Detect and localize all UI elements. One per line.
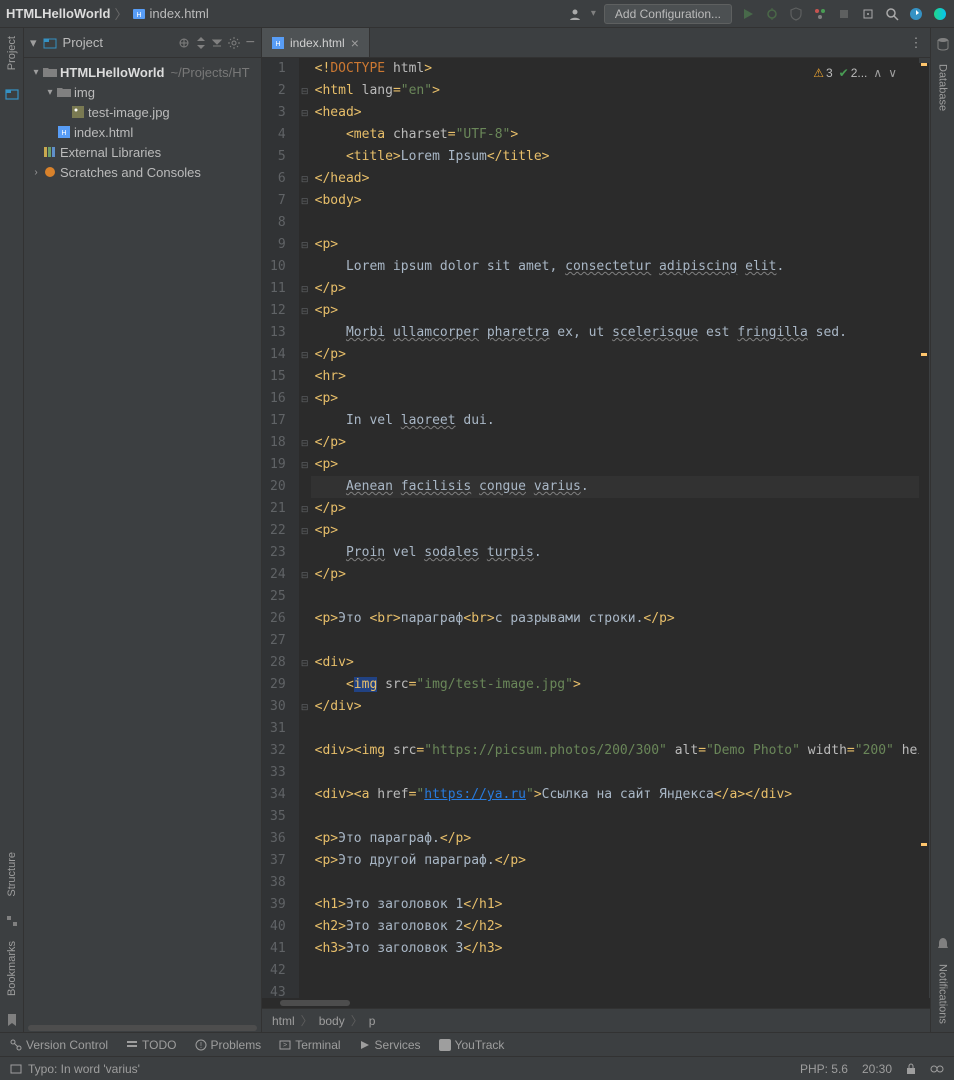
inspections-widget[interactable]: ⚠3 ✔2... ∧ ∨ xyxy=(809,64,901,82)
tree-folder-img[interactable]: ▾ img xyxy=(24,82,261,102)
svg-text:H: H xyxy=(136,12,141,19)
status-message: Typo: In word 'varius' xyxy=(28,1062,140,1076)
editor-tabs: H index.html × ⋮ xyxy=(262,28,930,58)
tree-external-libs[interactable]: External Libraries xyxy=(24,142,261,162)
check-icon: ✔ xyxy=(839,66,849,80)
svg-text:H: H xyxy=(61,130,66,137)
breadcrumb[interactable]: HTMLHelloWorld 〉 H index.html xyxy=(6,4,567,23)
project-view-icon xyxy=(43,36,57,50)
bookmarks-tool-button[interactable]: Bookmarks xyxy=(6,933,18,1004)
database-tool-button[interactable]: Database xyxy=(937,56,949,119)
problems-button[interactable]: ! Problems xyxy=(195,1038,262,1052)
select-file-icon[interactable] xyxy=(178,37,190,49)
editor-breadcrumbs[interactable]: html〉body〉p xyxy=(262,1008,930,1032)
crumb-p[interactable]: p xyxy=(369,1014,376,1028)
project-tool-button[interactable]: Project xyxy=(6,28,18,78)
notifications-tool-button[interactable]: Notifications xyxy=(937,956,949,1032)
structure-tool-icon[interactable] xyxy=(0,909,24,933)
quick-list-icon[interactable] xyxy=(10,1063,22,1075)
project-panel: ▾ Project − ▾ HTMLHelloWorld ~/Projects/… xyxy=(24,28,262,1032)
html-file-icon: H xyxy=(132,7,146,21)
stop-icon[interactable] xyxy=(836,6,852,22)
code-content[interactable]: <!DOCTYPE html><html lang="en"><head> <m… xyxy=(311,58,919,998)
tree-root[interactable]: ▾ HTMLHelloWorld ~/Projects/HT xyxy=(24,62,261,82)
user-icon[interactable] xyxy=(567,6,583,22)
next-highlight-icon[interactable]: ∨ xyxy=(888,66,897,80)
library-icon xyxy=(42,146,58,158)
collapse-all-icon[interactable] xyxy=(212,37,222,49)
attach-icon[interactable] xyxy=(860,6,876,22)
editor-horizontal-scrollbar[interactable] xyxy=(262,998,930,1008)
tree-file-index[interactable]: H index.html xyxy=(24,122,261,142)
project-tool-icon[interactable] xyxy=(0,82,24,106)
fold-column[interactable]: ⊟⊟⊟⊟⊟⊟⊟⊟⊟⊟⊟⊟⊟⊟⊟⊟ xyxy=(299,58,311,998)
tree-file-image[interactable]: test-image.jpg xyxy=(24,102,261,122)
html-file-icon: H xyxy=(272,37,284,49)
tree-scratches[interactable]: › Scratches and Consoles xyxy=(24,162,261,182)
left-tool-strip: Project Structure Bookmarks xyxy=(0,28,24,1032)
clock: 20:30 xyxy=(862,1062,892,1076)
crumb-html[interactable]: html xyxy=(272,1014,295,1028)
php-version[interactable]: PHP: 5.6 xyxy=(800,1062,848,1076)
structure-tool-button[interactable]: Structure xyxy=(6,844,18,905)
error-stripe[interactable] xyxy=(919,63,929,998)
expand-all-icon[interactable] xyxy=(196,37,206,49)
ide-logo-icon[interactable] xyxy=(932,6,948,22)
warning-icon: ⚠ xyxy=(813,66,824,80)
crumb-body[interactable]: body xyxy=(319,1014,345,1028)
editor-area: H index.html × ⋮ 12345678910111213141516… xyxy=(262,28,930,1032)
image-file-icon xyxy=(70,106,86,118)
project-view-arrow-icon[interactable]: ▾ xyxy=(30,35,37,51)
bookmarks-tool-icon[interactable] xyxy=(0,1008,24,1032)
project-panel-title: Project xyxy=(63,35,172,50)
search-icon[interactable] xyxy=(884,6,900,22)
coverage-icon[interactable] xyxy=(788,6,804,22)
project-tree[interactable]: ▾ HTMLHelloWorld ~/Projects/HT ▾ img tes… xyxy=(24,58,261,186)
profiler-icon[interactable] xyxy=(812,6,828,22)
line-gutter[interactable]: 1234567891011121314151617181920212223242… xyxy=(262,58,299,998)
status-bar: Typo: In word 'varius' PHP: 5.6 20:30 xyxy=(0,1056,954,1080)
bottom-tool-bar: Version Control TODO ! Problems > Termin… xyxy=(0,1032,954,1056)
prev-highlight-icon[interactable]: ∧ xyxy=(873,66,882,80)
tab-index-html[interactable]: H index.html × xyxy=(262,28,370,57)
version-control-button[interactable]: Version Control xyxy=(10,1038,108,1052)
processes-icon[interactable] xyxy=(930,1063,944,1075)
svg-text:H: H xyxy=(275,41,280,48)
folder-icon xyxy=(56,86,72,98)
youtrack-button[interactable]: YouTrack xyxy=(439,1038,505,1052)
breadcrumb-project[interactable]: HTMLHelloWorld xyxy=(6,6,110,21)
gear-icon[interactable] xyxy=(228,37,240,49)
html-file-icon: H xyxy=(56,126,72,138)
project-scrollbar[interactable] xyxy=(28,1025,257,1031)
scratches-icon xyxy=(42,166,58,178)
navigation-bar: HTMLHelloWorld 〉 H index.html ▾ Add Conf… xyxy=(0,0,954,28)
services-button[interactable]: Services xyxy=(359,1038,421,1052)
tabs-more-icon[interactable]: ⋮ xyxy=(902,28,930,57)
debug-icon[interactable] xyxy=(764,6,780,22)
update-icon[interactable] xyxy=(908,6,924,22)
notifications-icon[interactable] xyxy=(931,932,954,956)
hide-panel-icon[interactable]: − xyxy=(246,34,255,52)
chevron-right-icon: 〉 xyxy=(114,4,127,23)
svg-text:>: > xyxy=(283,1042,287,1049)
svg-text:!: ! xyxy=(199,1041,201,1050)
scrollbar-thumb[interactable] xyxy=(280,1000,350,1006)
code-editor[interactable]: 1234567891011121314151617181920212223242… xyxy=(262,58,919,998)
lock-icon[interactable] xyxy=(906,1063,916,1075)
run-icon[interactable] xyxy=(740,6,756,22)
breadcrumb-file[interactable]: index.html xyxy=(150,6,209,21)
close-tab-icon[interactable]: × xyxy=(351,35,359,51)
folder-icon xyxy=(42,66,58,78)
right-tool-strip: Database Notifications xyxy=(930,28,954,1032)
terminal-button[interactable]: > Terminal xyxy=(279,1038,340,1052)
database-tool-icon[interactable] xyxy=(931,32,954,56)
add-configuration-button[interactable]: Add Configuration... xyxy=(604,4,732,24)
todo-button[interactable]: TODO xyxy=(126,1038,176,1052)
